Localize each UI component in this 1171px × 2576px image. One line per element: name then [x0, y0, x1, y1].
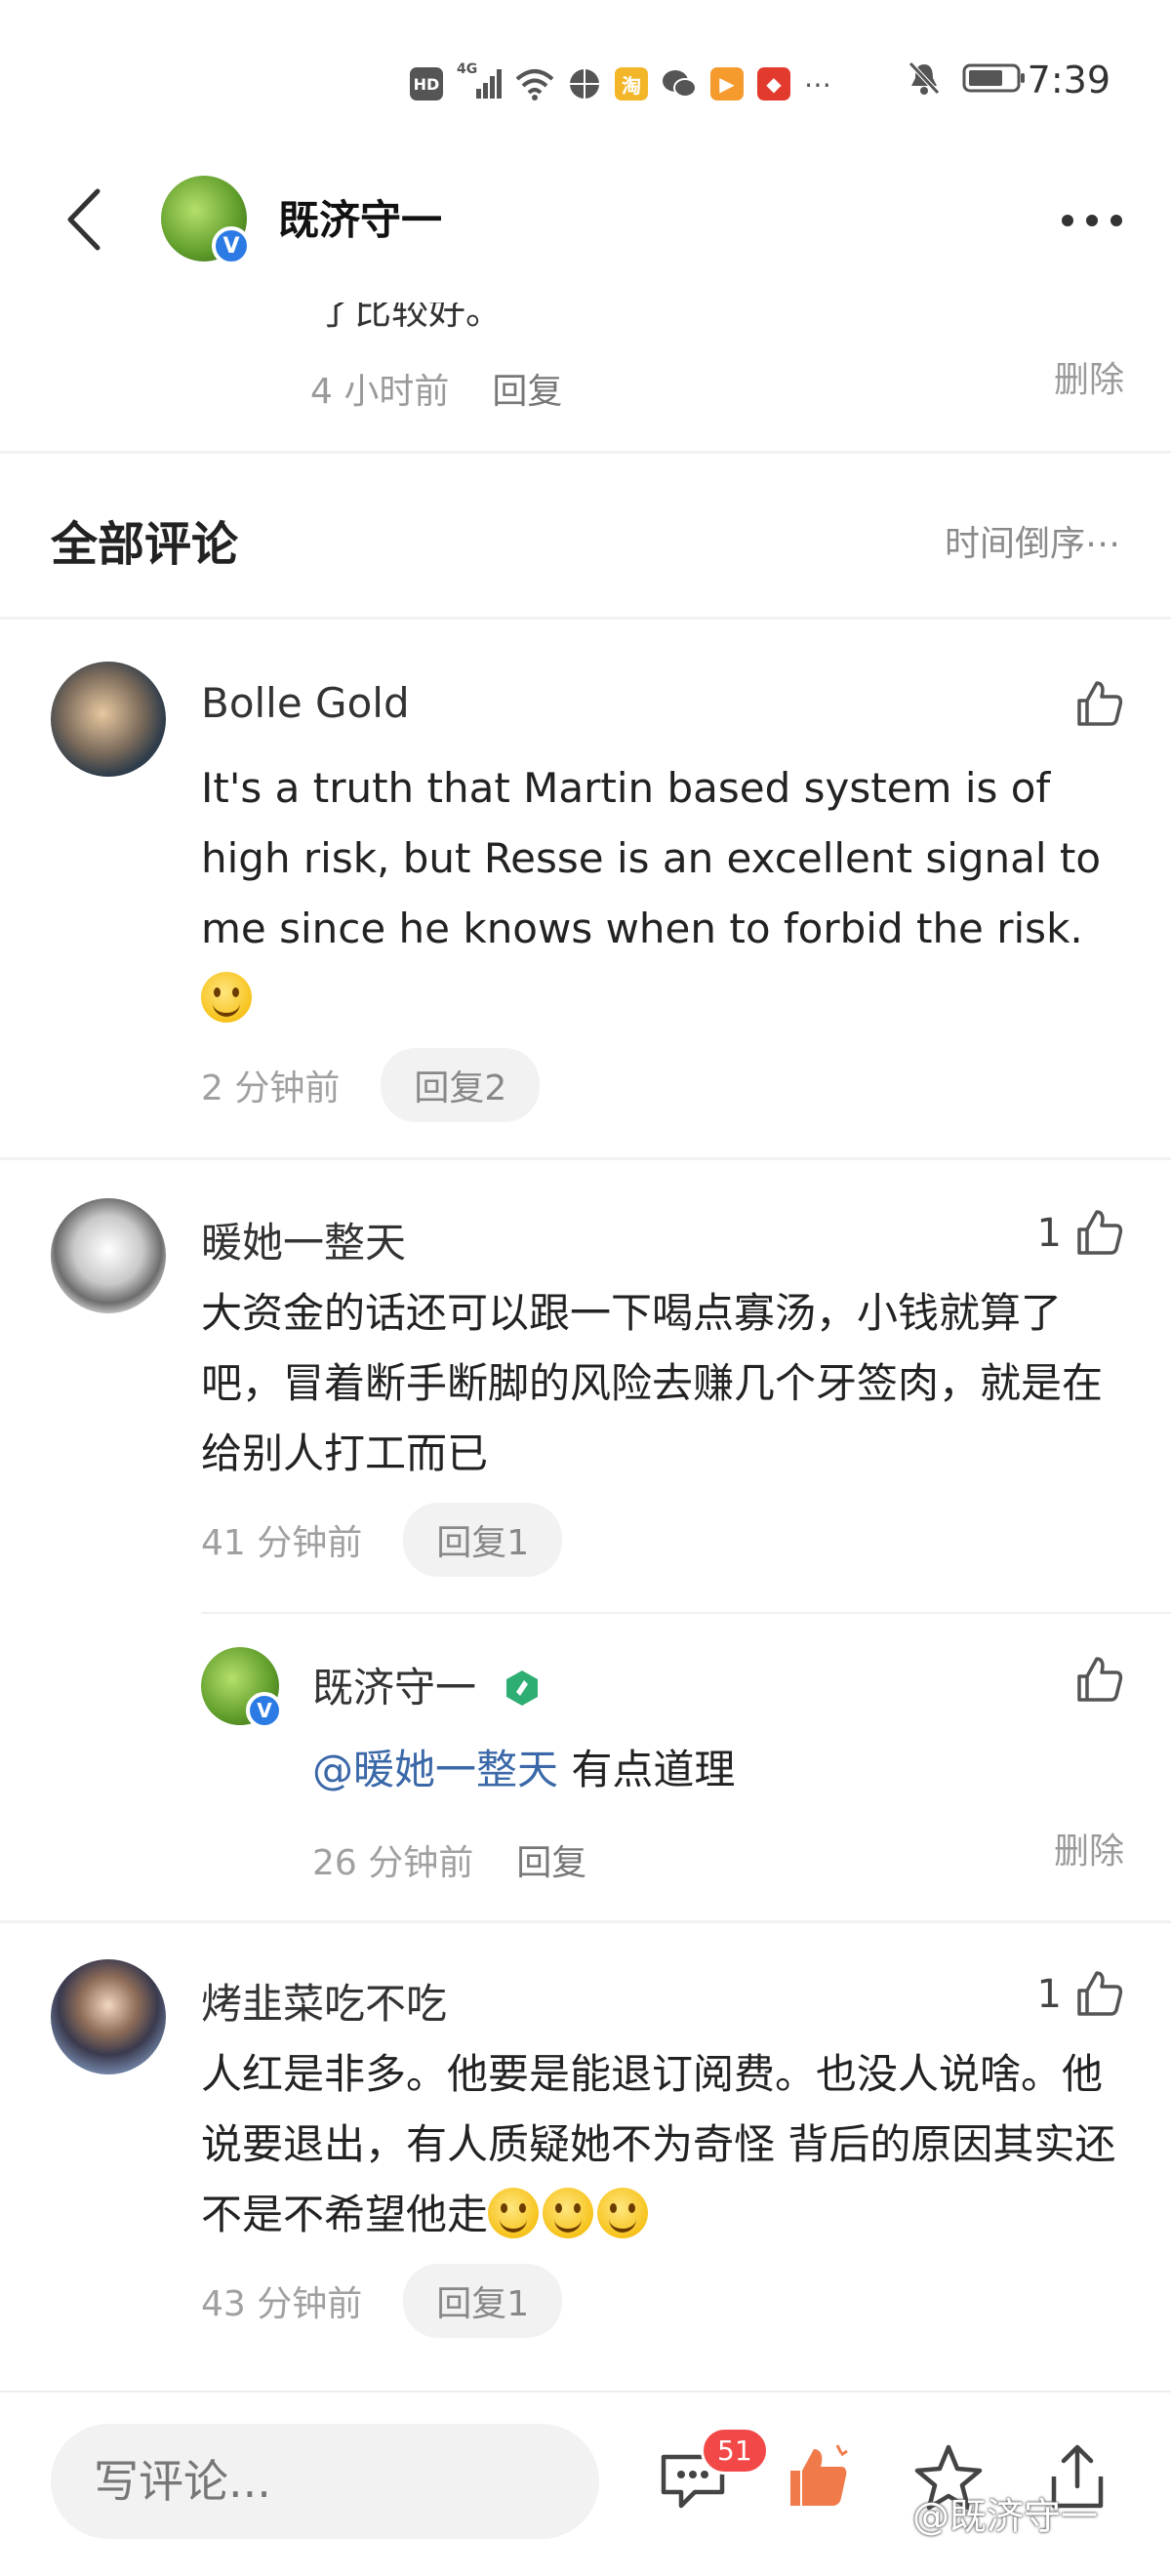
page-title[interactable]: 既济守一	[278, 187, 442, 247]
comment-time: 41 分钟前	[201, 1523, 363, 1563]
comment-time: 4 小时前	[310, 372, 450, 412]
network-type-label: 4G	[457, 61, 478, 77]
comment-meta: 41 分钟前 回复1	[201, 1503, 563, 1577]
grin-emoji-icon	[488, 2188, 540, 2238]
commenter-name[interactable]: 暖她一整天	[201, 1210, 406, 1269]
watermark: @既济守一	[912, 2495, 1099, 2538]
hd-icon: HD	[410, 67, 443, 101]
section-title: 全部评论	[51, 517, 239, 572]
reply-author-name[interactable]: 既济守一	[312, 1655, 542, 1714]
like-count: 1	[1036, 1972, 1062, 2017]
battery-icon	[962, 63, 1025, 93]
comment-text-content: 人红是非多。他要是能退订阅费。也没人说啥。他说要退出，有人质疑她不为奇怪 背后的…	[201, 2050, 1116, 2238]
delete-button[interactable]: 删除	[1054, 351, 1124, 402]
comment-meta: 2 分钟前 回复2	[201, 1048, 541, 1122]
bottom-action-bar: 写评论... 51	[0, 2391, 1171, 2576]
reply-text-content: 有点道理	[558, 1746, 736, 1793]
comment-divider	[0, 1920, 1171, 1923]
reply-text: @暖她一整天 有点道理	[312, 1735, 1112, 1805]
comment-input[interactable]: 写评论...	[51, 2424, 599, 2539]
reply-author-avatar[interactable]: V	[201, 1647, 283, 1729]
clock: 7:39	[1027, 59, 1110, 101]
more-options-icon[interactable]	[1062, 215, 1122, 226]
status-bar: HD 4G 淘 ▶ ◆ ⋯ 7:39	[0, 0, 1171, 166]
reply-divider	[201, 1612, 1171, 1614]
reply-author-name-text: 既济守一	[312, 1664, 477, 1711]
sort-order-button[interactable]: 时间倒序⋯	[945, 515, 1120, 566]
verified-badge-icon: V	[212, 226, 251, 265]
like-orange-icon[interactable]	[781, 2441, 855, 2516]
wechat-icon	[663, 70, 697, 98]
like-count: 1	[1036, 1211, 1062, 1256]
commenter-avatar[interactable]	[51, 662, 166, 777]
comment-time: 2 分钟前	[201, 1068, 341, 1108]
verified-badge-icon: V	[246, 1692, 283, 1729]
commenter-name[interactable]: Bolle Gold	[201, 679, 410, 727]
comment-meta: 43 分钟前 回复1	[201, 2264, 563, 2338]
signal-icon: 4G	[457, 61, 502, 101]
commenter-avatar[interactable]	[51, 1198, 166, 1313]
comment-divider	[0, 1157, 1171, 1160]
section-header-divider	[0, 617, 1171, 620]
reply-count-button[interactable]: 回复2	[381, 1048, 541, 1122]
reply-count-button[interactable]: 回复1	[403, 2264, 563, 2338]
commenter-name[interactable]: 烤韭菜吃不吃	[201, 1971, 447, 2031]
reply-time: 26 分钟前	[312, 1843, 474, 1883]
video-icon: ▶	[710, 67, 744, 101]
smile-emoji-icon	[201, 972, 252, 1023]
back-arrow-icon[interactable]	[57, 185, 115, 254]
section-divider	[0, 451, 1171, 454]
like-thumb-icon[interactable]	[1073, 1969, 1124, 2020]
like-thumb-icon[interactable]	[1073, 1208, 1124, 1259]
mention-link[interactable]: @暖她一整天	[312, 1746, 558, 1793]
wifi-icon	[515, 69, 554, 101]
taobao-icon: 淘	[615, 67, 648, 101]
comment-time: 43 分钟前	[201, 2284, 363, 2324]
comment-text-content: It's a truth that Martin based system is…	[201, 764, 1102, 952]
grin-emoji-icon	[597, 2188, 649, 2238]
reply-button[interactable]: 回复	[516, 1834, 586, 1885]
comment-text: 人红是非多。他要是能退订阅费。也没人说啥。他说要退出，有人质疑她不为奇怪 背后的…	[201, 2039, 1118, 2250]
comment-text: 大资金的话还可以跟一下喝点寡汤，小钱就算了吧，冒着断手断脚的风险去赚几个牙签肉，…	[201, 1289, 1104, 1477]
partial-comment-text: 了比较好。	[317, 290, 504, 333]
like-thumb-icon[interactable]	[1073, 1655, 1124, 1706]
partial-comment-meta: 4 小时前 回复	[310, 363, 562, 414]
like-thumb-icon[interactable]	[1073, 679, 1124, 730]
author-avatar[interactable]: V	[161, 176, 251, 265]
comment-text: It's a truth that Martin based system is…	[201, 753, 1118, 1034]
commenter-avatar[interactable]	[51, 1959, 166, 2074]
delete-button[interactable]: 删除	[1054, 1823, 1124, 1873]
news-icon: ◆	[757, 67, 790, 101]
grin-emoji-icon	[543, 2188, 594, 2238]
like-control[interactable]: 1	[1037, 1208, 1124, 1259]
reply-count-button[interactable]: 回复1	[403, 1503, 563, 1577]
green-creator-badge-icon	[506, 1670, 539, 1706]
reply-meta: 26 分钟前 回复	[312, 1834, 586, 1885]
status-icons: HD 4G 淘 ▶ ◆ ⋯	[410, 60, 831, 107]
top-nav-bar: V 既济守一	[0, 166, 1171, 273]
reply-button[interactable]: 回复	[492, 363, 562, 414]
status-right	[908, 60, 1027, 96]
more-status-icon: ⋯	[804, 67, 831, 101]
mute-bell-icon	[909, 61, 940, 95]
comment-count-badge: 51	[701, 2427, 769, 2475]
like-control[interactable]: 1	[1037, 1969, 1124, 2020]
basketball-icon	[570, 69, 599, 99]
